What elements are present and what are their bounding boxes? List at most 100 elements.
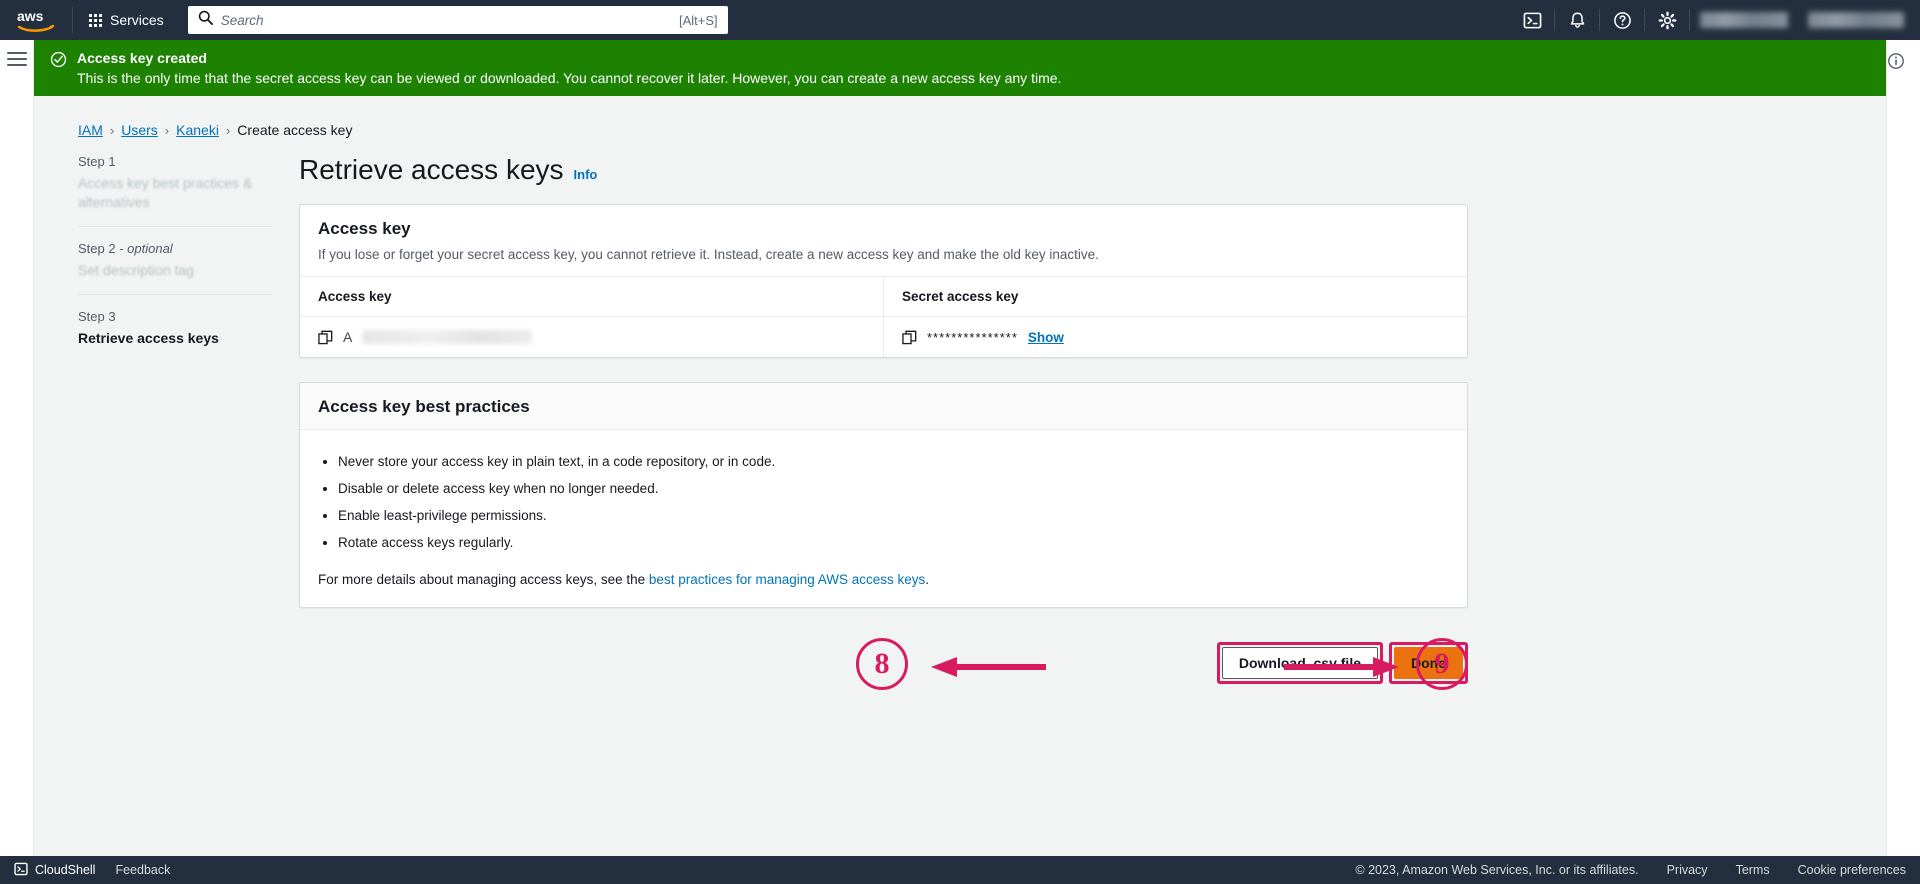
list-item: Disable or delete access key when no lon… (338, 475, 1449, 502)
action-buttons: Download .csv file Done (1216, 642, 1468, 684)
step-1-label: Step 1 (78, 154, 116, 169)
best-practices-list: Never store your access key in plain tex… (338, 448, 1449, 556)
page-title: Retrieve access keys (299, 154, 564, 185)
table-header-row: Access key Secret access key (300, 276, 1467, 317)
help-circle-icon[interactable] (1600, 0, 1644, 40)
account-menu-chip[interactable] (1808, 12, 1904, 28)
access-key-redacted-value (362, 330, 533, 344)
step-2-label: Step 2 - optional (78, 241, 273, 256)
best-practices-doc-link[interactable]: best practices for managing AWS access k… (649, 572, 925, 587)
wizard-step-3[interactable]: Step 3 Retrieve access keys (78, 309, 273, 362)
grid-icon (89, 13, 102, 27)
cloudshell-icon[interactable] (1510, 0, 1554, 40)
copy-icon[interactable] (902, 330, 917, 345)
access-key-card-description: If you lose or forget your secret access… (318, 247, 1099, 262)
wizard-step-1[interactable]: Step 1 Access key best practices & alter… (78, 154, 273, 226)
page-title-row: Retrieve access keys Info (299, 154, 1468, 186)
footer-cookie-preferences-link[interactable]: Cookie preferences (1798, 863, 1906, 877)
cloudshell-icon (14, 862, 28, 879)
nav-divider (72, 7, 73, 33)
best-practices-footer-prefix: For more details about managing access k… (318, 572, 649, 587)
best-practices-card: Access key best practices Never store yo… (299, 382, 1468, 608)
step-2-optional: - optional (119, 241, 173, 256)
best-practices-card-header: Access key best practices (300, 383, 1467, 430)
search-input[interactable] (220, 12, 680, 28)
breadcrumb-item-current: Create access key (237, 122, 353, 138)
download-csv-highlight: Download .csv file (1216, 642, 1383, 684)
step-2-name: Set description tag (78, 262, 194, 278)
footer-privacy-link[interactable]: Privacy (1667, 863, 1708, 877)
global-search-box[interactable]: [Alt+S] (187, 6, 728, 34)
list-item: Enable least-privilege permissions. (338, 502, 1449, 529)
search-icon (198, 10, 213, 30)
nav-separator (1689, 9, 1690, 31)
chevron-right-icon: › (164, 122, 170, 138)
footer-left: CloudShell Feedback (14, 862, 170, 879)
best-practices-body: Never store your access key in plain tex… (300, 430, 1467, 607)
footer-cloudshell-button[interactable]: CloudShell (14, 862, 95, 879)
flashbar-description: This is the only time that the secret ac… (77, 70, 1062, 86)
best-practices-card-title: Access key best practices (318, 397, 530, 416)
done-highlight: Done (1389, 642, 1468, 684)
actions-zone: Download .csv file Done 8 9 (299, 616, 1468, 736)
breadcrumb: IAM › Users › Kaneki › Create access key (34, 96, 1886, 138)
aws-logo[interactable]: aws (14, 7, 58, 33)
info-circle-icon[interactable] (1887, 52, 1920, 75)
step-2-number: Step 2 (78, 241, 120, 256)
access-key-table: Access key Secret access key A *********… (300, 276, 1467, 357)
show-secret-link[interactable]: Show (1028, 330, 1064, 345)
access-key-card-title: Access key (318, 219, 411, 238)
menu-hamburger-icon[interactable] (6, 52, 27, 66)
step-divider (78, 226, 273, 227)
step-3-label: Step 3 (78, 309, 116, 324)
left-rail (0, 40, 34, 856)
settings-gear-icon[interactable] (1645, 0, 1689, 40)
top-navigation-bar: aws Services [Alt+S] (0, 0, 1920, 40)
flashbar-title: Access key created (77, 50, 207, 66)
annotation-marker-8: 8 (856, 638, 908, 690)
footer-cloudshell-label: CloudShell (35, 863, 96, 877)
copy-icon[interactable] (318, 330, 333, 345)
breadcrumb-item-users[interactable]: Users (121, 122, 158, 138)
secret-access-key-cell: *************** Show (883, 316, 1467, 357)
table-row: A *************** Show (300, 316, 1467, 358)
done-button[interactable]: Done (1394, 647, 1463, 679)
nav-right-cluster (1510, 0, 1920, 40)
step-3-name: Retrieve access keys (78, 330, 219, 346)
notifications-bell-icon[interactable] (1555, 0, 1599, 40)
footer-terms-link[interactable]: Terms (1736, 863, 1770, 877)
wizard-steps-sidebar: Step 1 Access key best practices & alter… (78, 154, 283, 736)
svg-text:aws: aws (17, 8, 44, 24)
footer-feedback-link[interactable]: Feedback (115, 863, 170, 877)
breadcrumb-item-kaneki[interactable]: Kaneki (176, 122, 219, 138)
best-practices-footer-suffix: . (925, 572, 930, 587)
wizard-step-2[interactable]: Step 2 - optional Set description tag (78, 241, 273, 294)
column-header-access-key: Access key (300, 276, 884, 317)
chevron-right-icon: › (225, 122, 231, 138)
page-layout: Step 1 Access key best practices & alter… (34, 138, 1886, 736)
account-region-chip[interactable] (1700, 12, 1788, 28)
list-item: Rotate access keys regularly. (338, 529, 1449, 556)
footer-bar: CloudShell Feedback © 2023, Amazon Web S… (0, 856, 1920, 884)
access-key-cell: A (300, 317, 884, 358)
breadcrumb-item-iam[interactable]: IAM (78, 122, 103, 138)
footer-right: © 2023, Amazon Web Services, Inc. or its… (1355, 863, 1906, 877)
access-key-card-header: Access key If you lose or forget your se… (300, 205, 1467, 276)
annotation-circle-8: 8 (856, 638, 908, 690)
column-header-secret-access-key: Secret access key (883, 276, 1467, 317)
step-1-name: Access key best practices & alternatives (78, 175, 253, 210)
services-label: Services (110, 12, 164, 28)
chevron-right-icon: › (109, 122, 115, 138)
access-key-card: Access key If you lose or forget your se… (299, 204, 1468, 358)
best-practices-footer: For more details about managing access k… (318, 572, 1449, 587)
search-shortcut-hint: [Alt+S] (679, 12, 718, 28)
success-flashbar: Access key created This is the only time… (34, 40, 1886, 96)
info-link[interactable]: Info (574, 167, 598, 182)
right-rail (1886, 40, 1920, 856)
list-item: Never store your access key in plain tex… (338, 448, 1449, 475)
step-divider (78, 294, 273, 295)
access-key-value-prefix: A (343, 329, 353, 345)
check-circle-icon (50, 51, 67, 96)
services-menu-button[interactable]: Services (79, 5, 174, 35)
download-csv-button[interactable]: Download .csv file (1221, 647, 1378, 679)
